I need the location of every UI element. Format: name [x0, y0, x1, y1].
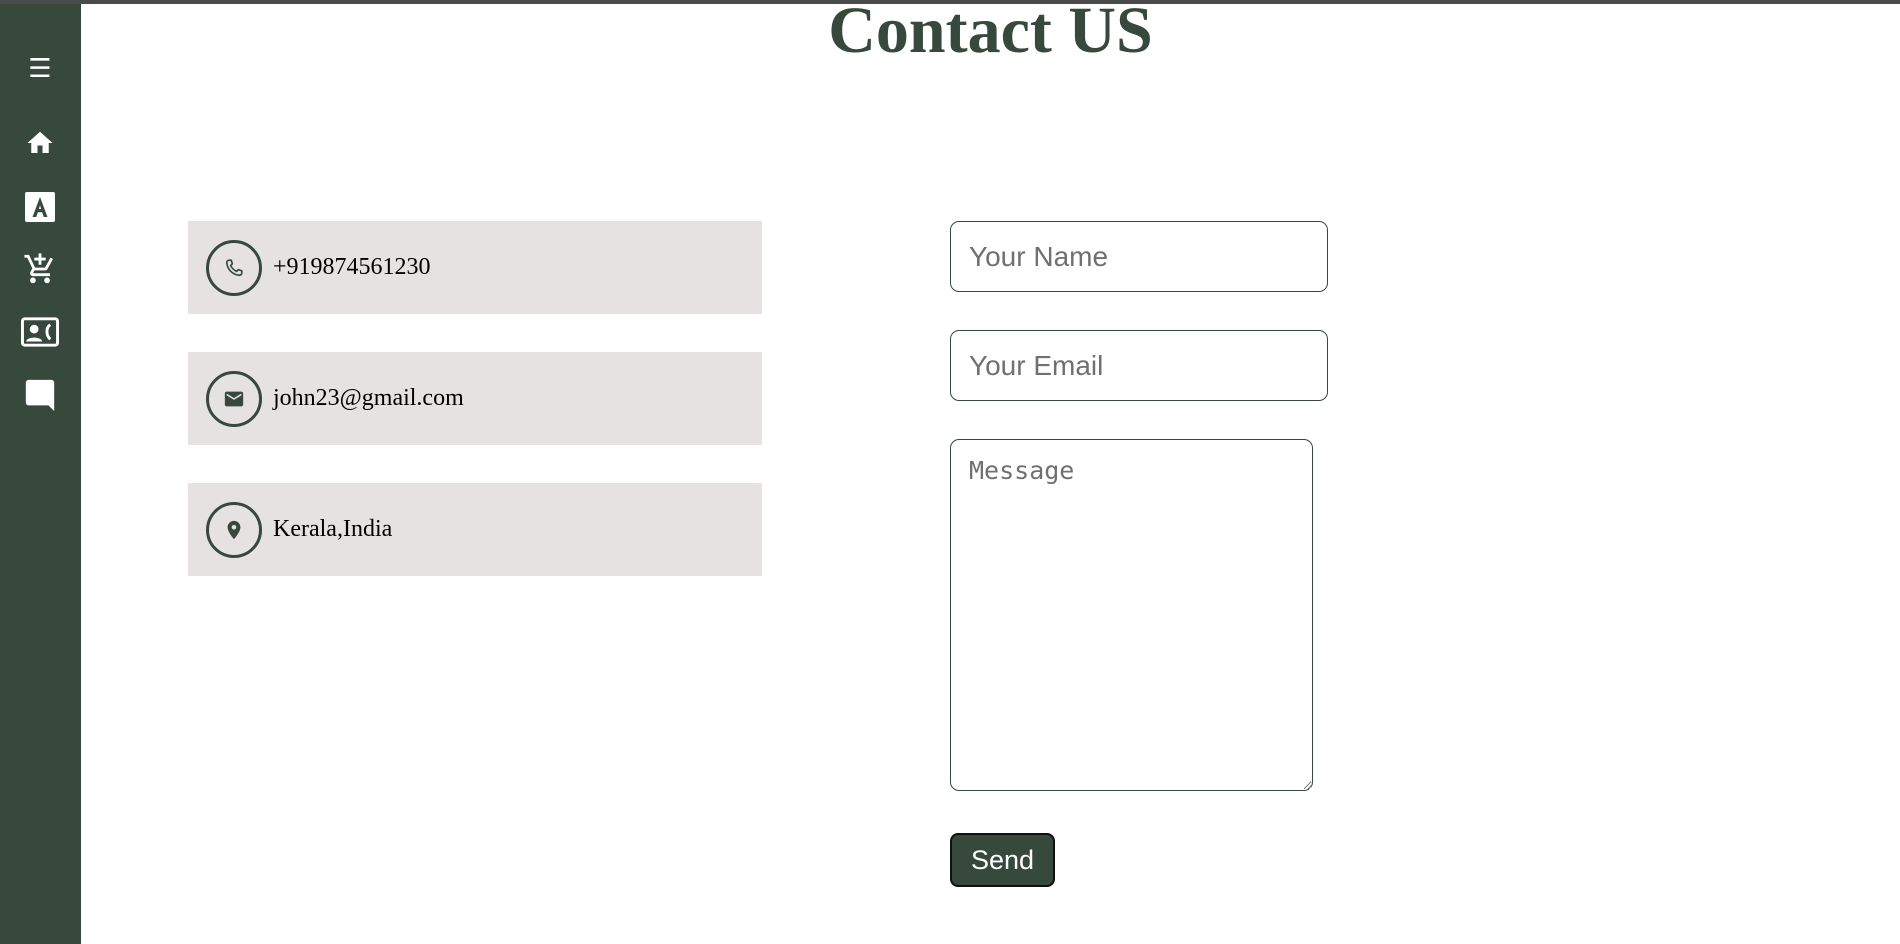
font-a-icon	[25, 192, 55, 222]
email-address: john23@gmail.com	[273, 385, 464, 411]
sidebar-item-home[interactable]	[14, 121, 66, 165]
send-button[interactable]: Send	[950, 833, 1055, 887]
email-card: john23@gmail.com	[188, 352, 762, 445]
message-textarea[interactable]	[950, 439, 1313, 791]
page-title: Contact US	[828, 0, 1153, 67]
location-pin-icon	[227, 520, 241, 539]
location-icon-badge	[206, 501, 262, 558]
sidebar-item-cart[interactable]	[14, 247, 66, 291]
phone-icon-badge	[206, 239, 262, 296]
sidebar: ☰	[0, 4, 81, 944]
mail-icon	[224, 391, 244, 406]
sidebar-item-font[interactable]	[14, 185, 66, 229]
cart-icon	[24, 253, 53, 284]
sidebar-item-contact[interactable]	[14, 310, 66, 354]
location-text: Kerala,India	[273, 516, 393, 542]
contact-card-icon	[21, 317, 59, 347]
phone-icon	[225, 258, 243, 276]
email-input[interactable]	[950, 330, 1328, 401]
sidebar-item-chat[interactable]	[14, 372, 66, 416]
name-input[interactable]	[950, 221, 1328, 292]
location-card: Kerala,India	[188, 483, 762, 576]
menu-toggle-button[interactable]: ☰	[14, 47, 66, 91]
hamburger-icon: ☰	[28, 54, 52, 84]
phone-number: +919874561230	[273, 254, 431, 280]
chat-icon	[25, 379, 55, 411]
home-icon	[27, 131, 53, 153]
mail-icon-badge	[206, 370, 262, 427]
phone-card: +919874561230	[188, 221, 762, 314]
